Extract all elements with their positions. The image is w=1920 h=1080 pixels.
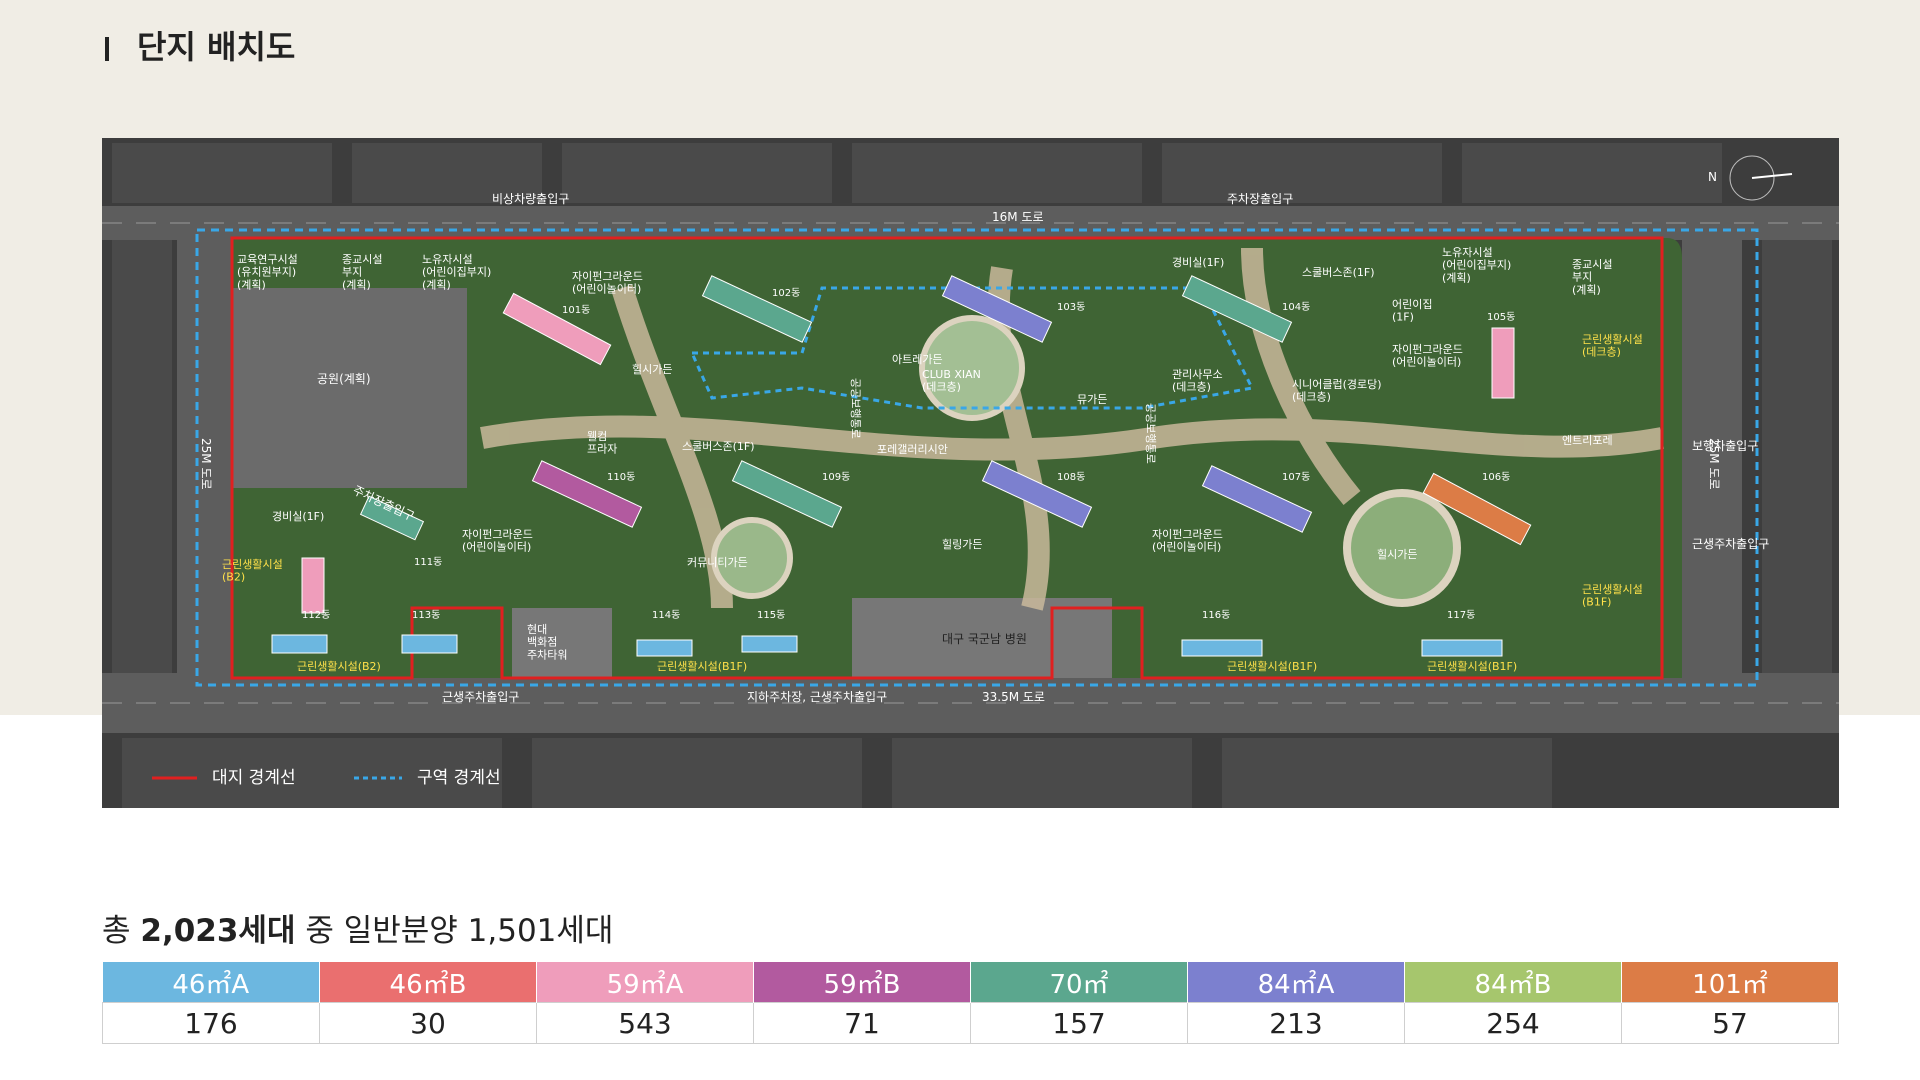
page-title: 단지 배치도 [105, 22, 295, 68]
facility-retail-s2: 근린생활시설(B1F) [657, 659, 747, 673]
building-label: 114동 [652, 609, 680, 621]
summary-general: 일반분양 1,501세대 [343, 913, 614, 949]
unit-type-70: 70㎡ [970, 962, 1188, 1003]
garden-path1: 공공보행통로 [849, 378, 862, 439]
site-plan-map: N 16M 도로 33.5M 도로 25M 도로 25M 도로 비상차량출입구 … [102, 138, 1839, 808]
garden-h2: 힐링가든 [942, 538, 982, 551]
zone-bus-center: 스쿨버스존(1F) [682, 440, 755, 453]
road-south-label: 33.5M 도로 [982, 690, 1045, 704]
building-label: 116동 [1202, 609, 1230, 621]
unit-type-header-row: 46㎡A 46㎡B 59㎡A 59㎡B 70㎡ 84㎡A 84㎡B 101㎡ [102, 962, 1839, 1003]
unit-count-59A: 543 [536, 1002, 754, 1044]
legend-zone-boundary: 구역 경계선 [417, 768, 501, 788]
unit-type-59A: 59㎡A [536, 962, 754, 1003]
summary-total: 2,023세대 [140, 913, 296, 949]
summary-middle: 중 [295, 913, 344, 949]
facility-retail-s4: 근린생활시설(B1F) [1427, 659, 1517, 673]
zone-guard-west: 경비실(1F) [272, 510, 324, 523]
unit-type-84A: 84㎡A [1187, 962, 1405, 1003]
entrance-parking-north: 주차장출입구 [1227, 192, 1293, 206]
building-label: 108동 [1057, 471, 1085, 483]
zone-bus-north: 스쿨버스존(1F) [1302, 266, 1375, 279]
zone-entrance-plaza: 엔트리포레 [1562, 434, 1613, 447]
facility-retail-s1: 근린생활시설(B2) [297, 659, 381, 673]
unit-count-46A: 176 [102, 1002, 320, 1044]
unit-count-101: 57 [1621, 1002, 1839, 1044]
building-label: 106동 [1482, 471, 1510, 483]
road-north-label: 16M 도로 [992, 210, 1044, 224]
building-label: 105동 [1487, 311, 1515, 323]
garden-path2: 공공보행통로 [1144, 403, 1157, 464]
building-label: 113동 [412, 609, 440, 621]
building-label: 102동 [772, 287, 800, 299]
building-label: 111동 [414, 556, 442, 568]
entrance-retail-east: 근생주차출입구 [1692, 537, 1769, 551]
building-label: 101동 [562, 304, 590, 316]
building-label: 104동 [1282, 301, 1310, 313]
entrance-retail-south: 근생주차출입구 [442, 690, 519, 704]
garden-g2: 자이펀그라운드 (어린이놀이터) [462, 528, 533, 554]
summary-prefix: 총 [102, 913, 141, 949]
page-title-text: 단지 배치도 [137, 28, 296, 66]
unit-count-84A: 213 [1187, 1002, 1405, 1044]
garden-g1: 자이펀그라운드 (어린이놀이터) [572, 270, 643, 296]
unit-count-46B: 30 [319, 1002, 537, 1044]
title-bar [105, 37, 109, 61]
unit-type-46A: 46㎡A [102, 962, 320, 1003]
unit-type-table: 46㎡A 46㎡B 59㎡A 59㎡B 70㎡ 84㎡A 84㎡B 101㎡ 1… [102, 962, 1839, 1044]
zone-guard-north: 경비실(1F) [1172, 256, 1224, 269]
entrance-pedestrian-east: 보행자출입구 [1692, 438, 1758, 453]
facility-retail-s3: 근린생활시설(B1F) [1227, 659, 1317, 673]
garden-muse: 뮤가든 [1077, 393, 1107, 406]
entrance-underground: 지하주차장, 근생주차출입구 [747, 690, 887, 704]
building-label: 115동 [757, 609, 785, 621]
unit-count-84B: 254 [1404, 1002, 1622, 1044]
unit-count-70: 157 [970, 1002, 1188, 1044]
garden-g4: 자이펀그라운드 (어린이놀이터) [1392, 343, 1463, 369]
unit-type-59B: 59㎡B [753, 962, 971, 1003]
garden-forest: 포레갤러리시안 [877, 443, 948, 456]
building-label: 103동 [1057, 301, 1085, 313]
compass-label: N [1708, 170, 1717, 184]
unit-count-row: 176 30 543 71 157 213 254 57 [102, 1002, 1839, 1044]
building-label: 110동 [607, 471, 635, 483]
unit-type-84B: 84㎡B [1404, 962, 1622, 1003]
garden-community: 커뮤니티가든 [687, 556, 748, 569]
garden-g3: 자이펀그라운드 (어린이놀이터) [1152, 528, 1223, 554]
road-west-label: 25M 도로 [199, 438, 213, 490]
unit-summary: 총 2,023세대 중 일반분양 1,501세대 [102, 905, 613, 950]
building-label: 117동 [1447, 609, 1475, 621]
unit-count-59B: 71 [753, 1002, 971, 1044]
zone-park: 공원(계획) [317, 372, 371, 386]
unit-type-101: 101㎡ [1621, 962, 1839, 1003]
zone-hospital: 대구 국군남 병원 [942, 632, 1027, 646]
legend-site-boundary: 대지 경계선 [212, 768, 296, 788]
garden-atrium: 아트레가든 [892, 353, 943, 366]
building-label: 107동 [1282, 471, 1310, 483]
building-label: 112동 [302, 609, 330, 621]
entrance-emergency: 비상차량출입구 [492, 192, 569, 206]
garden-h3: 힐시가든 [1377, 548, 1417, 561]
unit-type-46B: 46㎡B [319, 962, 537, 1003]
building-label: 109동 [822, 471, 850, 483]
garden-h1: 힐시가든 [632, 363, 672, 376]
